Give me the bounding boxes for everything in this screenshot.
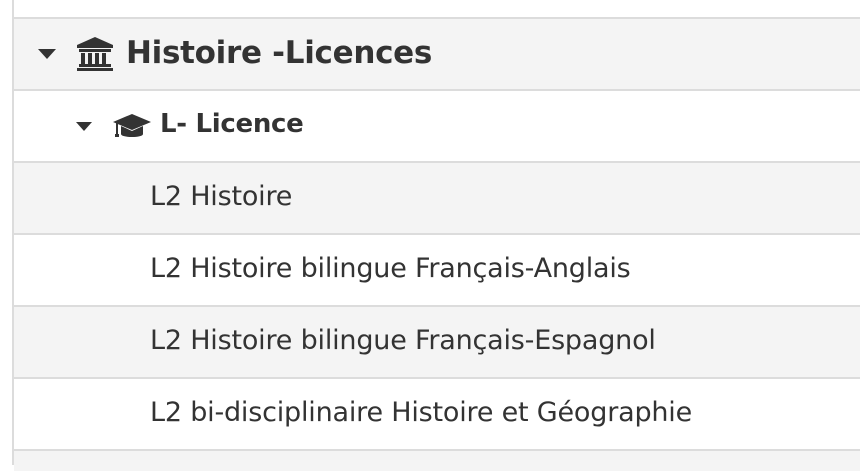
graduation-cap-icon (113, 114, 151, 137)
program-label[interactable]: L2 Histoire bilingue Français-Anglais (150, 253, 631, 284)
tree-row-program[interactable]: L2 Histoire bilingue Français-Anglais (14, 235, 860, 307)
tree-row-program[interactable]: L2 Histoire bilingue Français-Espagnol (14, 307, 860, 379)
faculty-label[interactable]: Histoire -Licences (126, 35, 432, 71)
tree-row-faculty[interactable]: Histoire -Licences (14, 19, 860, 91)
tree-row-program[interactable]: L2 Histoire (14, 163, 860, 235)
tree-row-partial[interactable] (14, 0, 860, 19)
program-label[interactable]: L2 Histoire (150, 181, 292, 212)
degree-label[interactable]: L- Licence (160, 109, 304, 139)
tree-row-program[interactable]: L2 bi-disciplinaire Histoire et Géograph… (14, 379, 860, 451)
program-label[interactable]: L2 bi-disciplinaire Histoire et Géograph… (150, 397, 692, 428)
tree-row-partial[interactable] (14, 451, 860, 471)
caret-down-icon[interactable] (38, 49, 56, 59)
program-tree: Histoire -Licences L- Licence L2 Histoir… (12, 0, 860, 471)
program-label[interactable]: L2 Histoire bilingue Français-Espagnol (150, 325, 656, 356)
caret-down-icon[interactable] (76, 122, 92, 131)
tree-row-degree[interactable]: L- Licence (14, 91, 860, 163)
institution-icon (77, 37, 113, 71)
